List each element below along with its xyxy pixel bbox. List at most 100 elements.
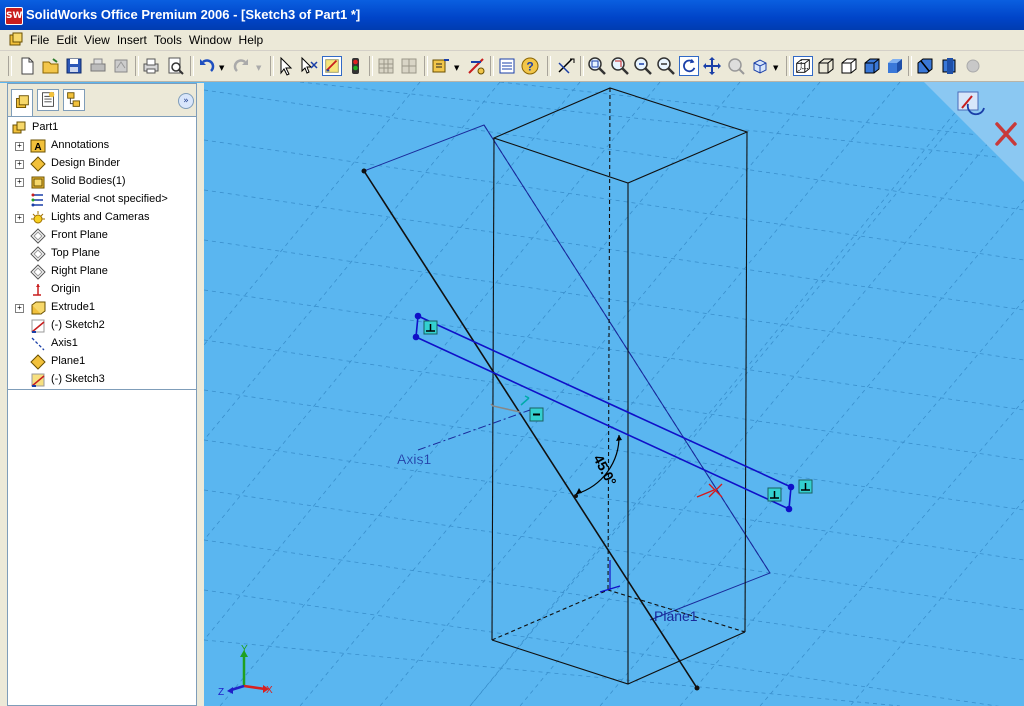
sketch-plane-outline xyxy=(363,124,771,621)
previous-view-icon[interactable] xyxy=(633,56,653,76)
undo-icon[interactable] xyxy=(196,56,216,76)
menu-insert[interactable]: Insert xyxy=(117,30,154,47)
save-icon[interactable] xyxy=(64,56,84,76)
annotation-dropdown-icon[interactable]: ▼ xyxy=(454,64,459,72)
extruded-box-wireframe[interactable] xyxy=(491,87,749,685)
standard-toolbar: ▼ ▼ ▼ ? ▼ xyxy=(0,51,1024,82)
menu-file[interactable]: File xyxy=(30,30,56,47)
property-manager-tab-icon[interactable] xyxy=(37,89,59,111)
zoom-to-area-icon[interactable] xyxy=(610,56,630,76)
feature-manager-tab-icon[interactable] xyxy=(11,89,33,116)
perpendicular-relation-icon[interactable] xyxy=(767,487,782,502)
undo-dropdown-icon[interactable]: ▼ xyxy=(219,64,224,72)
perpendicular-relation-icon[interactable] xyxy=(423,320,438,335)
print-icon[interactable] xyxy=(141,56,161,76)
expand-toggle-icon[interactable]: + xyxy=(15,142,24,151)
toolbar-separator xyxy=(190,56,194,76)
print-3d-icon[interactable] xyxy=(88,56,108,76)
redo-icon[interactable] xyxy=(232,56,252,76)
tree-item-label: (-) Sketch2 xyxy=(51,319,105,331)
configuration-manager-tab-icon[interactable] xyxy=(63,89,85,111)
menu-window[interactable]: Window xyxy=(189,30,239,47)
hidden-lines-removed-icon[interactable] xyxy=(839,56,859,76)
tree-item-right-plane[interactable]: Right Plane xyxy=(8,263,196,281)
help-icon[interactable]: ? xyxy=(520,56,540,76)
tree-item-top-plane[interactable]: Top Plane xyxy=(8,245,196,263)
sketch-icon xyxy=(31,319,45,333)
menu-edit[interactable]: Edit xyxy=(56,30,84,47)
tree-item-annotations[interactable]: + A Annotations xyxy=(8,137,196,155)
design-binder-icon xyxy=(30,156,46,172)
axis1-line[interactable] xyxy=(417,409,531,451)
menu-view[interactable]: View xyxy=(84,30,117,47)
perpendicular-relation-icon[interactable] xyxy=(798,479,813,494)
select-other-icon[interactable] xyxy=(299,56,319,76)
shaded-with-edges-icon[interactable] xyxy=(862,56,882,76)
extrude-icon xyxy=(31,301,46,315)
shaded-icon[interactable] xyxy=(885,56,905,76)
tree-item-design-binder[interactable]: + Design Binder xyxy=(8,155,196,173)
angle-dimension[interactable]: 45.0° xyxy=(575,434,622,495)
app-icon[interactable]: SW xyxy=(5,7,23,25)
zoom-to-fit-icon[interactable] xyxy=(587,56,607,76)
view-orientation-icon[interactable] xyxy=(750,56,770,76)
expand-toggle-icon[interactable]: + xyxy=(15,178,24,187)
title-bar: SW SolidWorks Office Premium 2006 - [Ske… xyxy=(0,0,1024,30)
publish-icon[interactable] xyxy=(111,56,131,76)
expand-toggle-icon[interactable]: + xyxy=(15,214,24,223)
toolbar-separator xyxy=(369,56,373,76)
tree-item-label: Front Plane xyxy=(51,229,108,241)
horizontal-relation-icon[interactable] xyxy=(529,407,544,422)
svg-text:?: ? xyxy=(526,60,533,74)
axis1-label[interactable]: Axis1 xyxy=(397,451,432,467)
tree-item-lights-and-cameras[interactable]: + Lights and Cameras xyxy=(8,209,196,227)
perspective-icon[interactable] xyxy=(939,56,959,76)
tree-item-solid-bodies-1[interactable]: + Solid Bodies(1) xyxy=(8,173,196,191)
new-document-icon[interactable] xyxy=(17,56,37,76)
tree-item-material-not-specified[interactable]: Material <not specified> xyxy=(8,191,196,209)
toolbar-separator xyxy=(270,56,274,76)
tree-item-front-plane[interactable]: Front Plane xyxy=(8,227,196,245)
svg-text:A: A xyxy=(34,142,41,153)
tree-item-part1[interactable]: Part1 xyxy=(8,119,196,137)
expand-toggle-icon[interactable]: + xyxy=(15,160,24,169)
wireframe-icon[interactable] xyxy=(793,56,813,76)
add-dimension-icon[interactable] xyxy=(466,56,486,76)
tree-item-sketch3[interactable]: (-) Sketch3 xyxy=(8,371,196,389)
plane1-label[interactable]: Plane1 xyxy=(654,608,698,624)
sketch-icon[interactable] xyxy=(322,56,342,76)
expand-panel-icon[interactable]: » xyxy=(178,93,194,109)
print-preview-icon[interactable] xyxy=(165,56,185,76)
tree-item-axis1[interactable]: Axis1 xyxy=(8,335,196,353)
section-view-icon[interactable] xyxy=(915,56,935,76)
rotate-view-icon[interactable] xyxy=(679,56,699,76)
solidworks-menu-icon[interactable] xyxy=(8,32,24,48)
menu-tools[interactable]: Tools xyxy=(154,30,189,47)
open-folder-icon[interactable] xyxy=(41,56,61,76)
feature-manager-panel: » Part1 + A Annotations + Design Binder + Soli… xyxy=(0,83,204,706)
plane-icon xyxy=(30,228,46,244)
model-view[interactable]: Axis1 45.0° Plane1 Y X Z xyxy=(204,82,1024,706)
tree-item-label: Material <not specified> xyxy=(51,193,168,205)
select-arrow-icon[interactable] xyxy=(276,56,296,76)
tree-item-label: Axis1 xyxy=(51,337,78,349)
view-orientation-dropdown-icon[interactable]: ▼ xyxy=(773,64,778,72)
smart-dimension-icon[interactable] xyxy=(556,56,576,76)
tree-item-label: (-) Sketch3 xyxy=(51,373,105,385)
tree-item-plane1[interactable]: Plane1 xyxy=(8,353,196,371)
tree-item-sketch2[interactable]: (-) Sketch2 xyxy=(8,317,196,335)
tree-item-origin[interactable]: Origin xyxy=(8,281,196,299)
graphics-area[interactable]: Axis1 45.0° Plane1 Y X Z xyxy=(204,82,1024,706)
tree-item-label: Annotations xyxy=(51,139,110,151)
sketch-line-black[interactable] xyxy=(361,168,700,691)
annotation-icon[interactable] xyxy=(431,56,451,76)
hidden-lines-visible-icon[interactable] xyxy=(816,56,836,76)
zoom-in-out-icon[interactable] xyxy=(656,56,676,76)
menu-help[interactable]: Help xyxy=(239,30,271,47)
tree-item-extrude1[interactable]: + Extrude1 xyxy=(8,299,196,317)
rebuild-traffic-light-icon[interactable] xyxy=(345,56,365,76)
pan-icon[interactable] xyxy=(702,56,722,76)
properties-icon[interactable] xyxy=(497,56,517,76)
expand-toggle-icon[interactable]: + xyxy=(15,304,24,313)
toolbar-separator xyxy=(490,56,494,76)
